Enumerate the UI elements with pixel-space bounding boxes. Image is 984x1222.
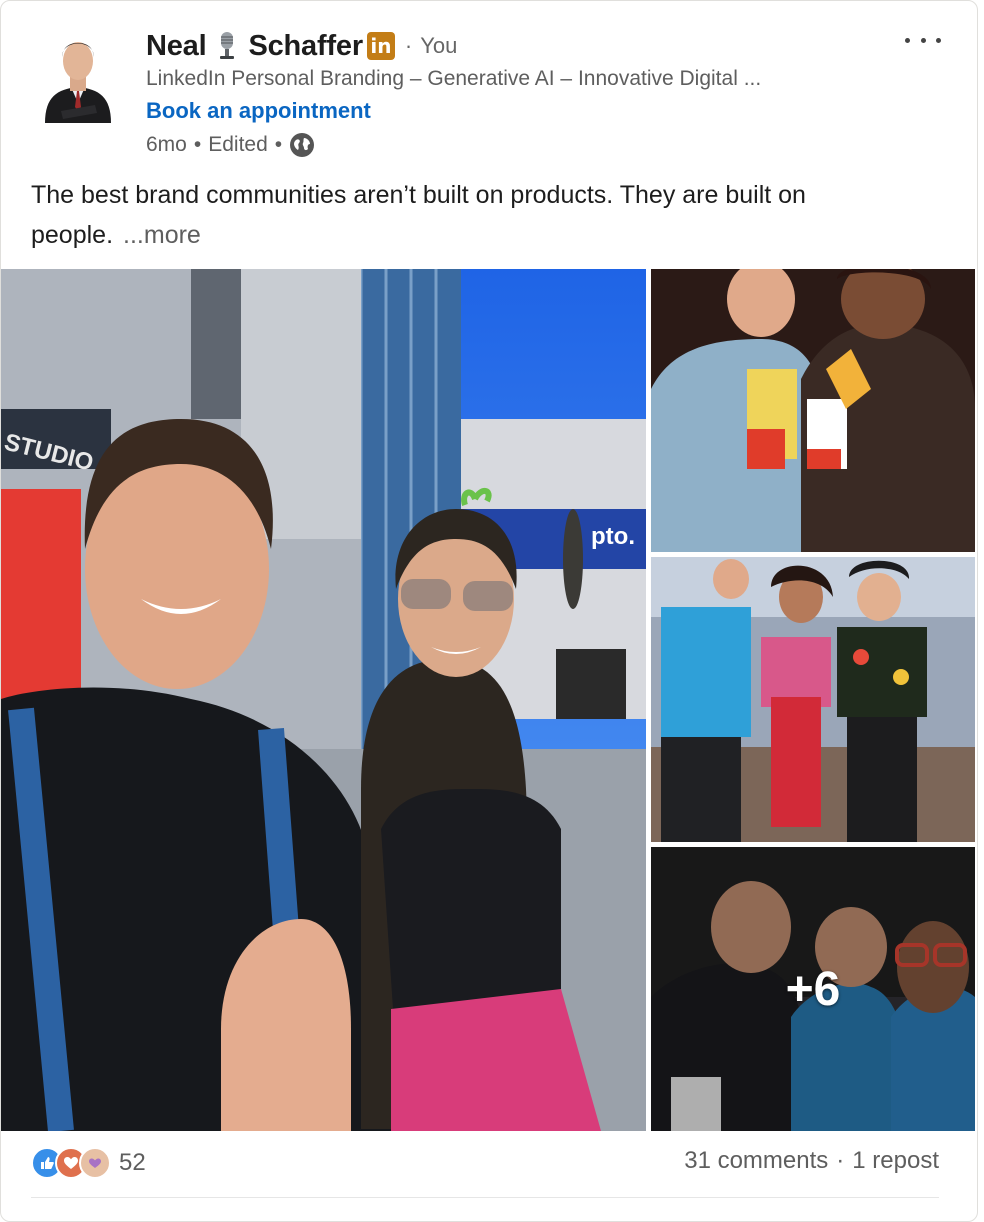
post-meta: 6mo • Edited • bbox=[146, 131, 315, 159]
see-more-link[interactable]: ...more bbox=[123, 221, 201, 249]
edited-label: Edited bbox=[208, 133, 268, 156]
reactions-summary[interactable]: 52 bbox=[31, 1145, 146, 1181]
divider bbox=[31, 1197, 939, 1198]
comments-count-link[interactable]: 31 comments bbox=[684, 1147, 828, 1175]
studio-microphone-icon bbox=[220, 32, 235, 59]
author-name-row: Neal Schaffer in · You bbox=[146, 27, 457, 65]
gallery-photo-2[interactable] bbox=[651, 269, 975, 552]
linkedin-premium-icon: in bbox=[366, 32, 395, 60]
more-photos-overlay[interactable]: +6 bbox=[651, 847, 975, 1131]
author-headline: LinkedIn Personal Branding – Generative … bbox=[146, 67, 762, 90]
post-body: The best brand communities aren’t built … bbox=[31, 175, 951, 255]
gallery-photo-3[interactable] bbox=[651, 557, 975, 842]
book-appointment-link[interactable]: Book an appointment bbox=[146, 98, 371, 124]
social-separator-dot: · bbox=[836, 1147, 845, 1174]
you-label: You bbox=[420, 33, 458, 58]
reposts-count-link[interactable]: 1 repost bbox=[852, 1147, 939, 1175]
author-last-name[interactable]: Schaffer bbox=[248, 30, 363, 63]
svg-text:pto.: pto. bbox=[591, 523, 635, 550]
name-separator-dot: · bbox=[404, 33, 413, 58]
author-avatar[interactable] bbox=[41, 27, 115, 123]
meta-separator-dot: • bbox=[274, 133, 283, 156]
support-reaction-icon bbox=[79, 1147, 111, 1179]
globe-icon bbox=[290, 133, 315, 157]
post-age: 6mo bbox=[146, 133, 187, 156]
post-card: Neal Schaffer in · You LinkedIn Personal… bbox=[0, 0, 978, 1222]
meta-separator-dot: • bbox=[193, 133, 202, 156]
gallery-photo-main[interactable]: pto. STUDIO bbox=[1, 269, 646, 1131]
author-first-name[interactable]: Neal bbox=[146, 30, 207, 63]
gallery-photo-4[interactable]: +6 bbox=[651, 847, 975, 1131]
reaction-count[interactable]: 52 bbox=[119, 1149, 146, 1177]
ellipsis-icon[interactable] bbox=[905, 25, 941, 55]
social-counts: 31 comments · 1 repost bbox=[684, 1147, 939, 1175]
reaction-icons bbox=[31, 1147, 111, 1179]
